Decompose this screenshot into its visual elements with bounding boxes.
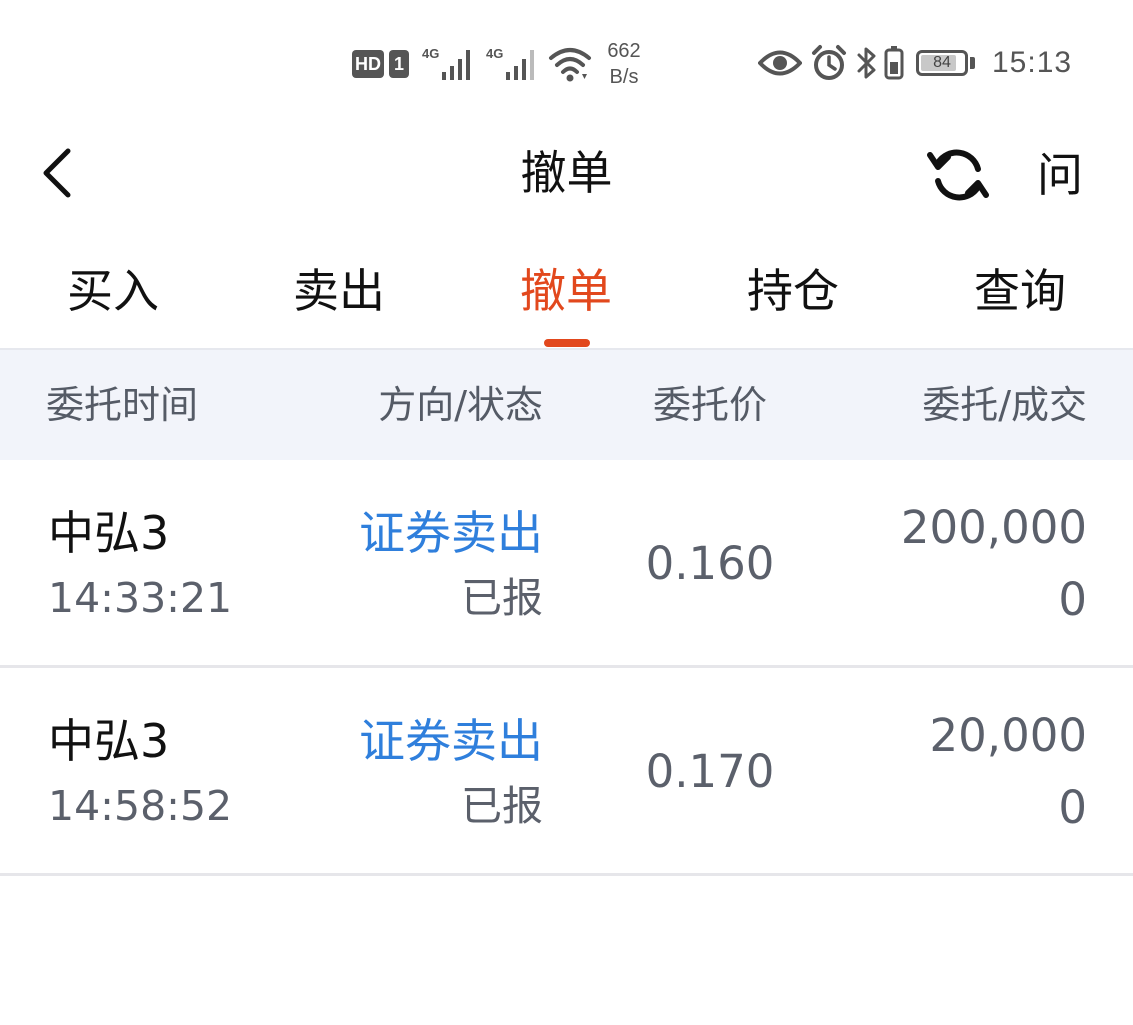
order-status: 已报 xyxy=(461,782,543,830)
tab-bar: 买入 卖出 撤单 持仓 查询 xyxy=(0,235,1133,347)
wifi-icon xyxy=(549,48,591,82)
tab-query[interactable]: 查询 xyxy=(907,235,1133,347)
network-type-1: 4G xyxy=(422,46,440,61)
sim-badge: 1 xyxy=(389,50,409,78)
filled-quantity: 0 xyxy=(1058,781,1087,834)
hd-badge: HD xyxy=(352,50,384,78)
battery-percent: 84 xyxy=(933,54,951,71)
back-button[interactable] xyxy=(30,143,90,203)
header-order-time: 委托时间 xyxy=(46,383,199,427)
tab-cancel-order[interactable]: 撤单 xyxy=(453,235,679,347)
order-direction: 证券卖出 xyxy=(359,714,543,768)
filled-quantity: 0 xyxy=(1058,573,1087,626)
network-speed-unit: B/s xyxy=(609,66,639,88)
alarm-clock-icon xyxy=(812,45,846,80)
order-quantity: 200,000 xyxy=(900,501,1087,554)
chevron-left-icon xyxy=(43,148,71,198)
header-order-price: 委托价 xyxy=(652,383,767,427)
status-bar: HD 1 4G 4G 662 B/s 84 15:13 xyxy=(0,0,1133,125)
order-status: 已报 xyxy=(461,574,543,622)
refresh-icon xyxy=(927,149,989,201)
battery-tip xyxy=(970,57,975,69)
tab-sell[interactable]: 卖出 xyxy=(226,235,452,347)
order-time: 14:58:52 xyxy=(48,782,233,830)
ask-button[interactable]: 问 xyxy=(1020,135,1100,215)
order-direction: 证券卖出 xyxy=(359,506,543,560)
network-type-2: 4G xyxy=(486,46,504,61)
nav-bar: 撤单 问 xyxy=(0,125,1133,225)
bluetooth-icon xyxy=(857,47,876,79)
battery-indicator: 84 xyxy=(916,50,968,76)
tab-buy[interactable]: 买入 xyxy=(0,235,226,347)
network-speed: 662 B/s xyxy=(600,38,648,90)
active-tab-indicator xyxy=(544,339,590,347)
signal-strength-icon xyxy=(506,50,534,80)
vibration-battery-icon xyxy=(884,46,904,80)
app-screen: HD 1 4G 4G 662 B/s 84 15:13 撤单 问 买入 卖出 撤… xyxy=(0,0,1133,1025)
table-header: 委托时间 方向/状态 委托价 委托/成交 xyxy=(0,348,1133,460)
signal-strength-icon xyxy=(442,50,470,80)
header-direction-status: 方向/状态 xyxy=(378,383,543,427)
order-row[interactable]: 中弘3 14:33:21 证券卖出 已报 0.160 200,000 0 xyxy=(0,460,1133,668)
header-order-filled: 委托/成交 xyxy=(922,383,1087,427)
order-time: 14:33:21 xyxy=(48,574,233,622)
stock-name: 中弘3 xyxy=(48,506,170,560)
stock-name: 中弘3 xyxy=(48,714,170,768)
tab-positions[interactable]: 持仓 xyxy=(680,235,906,347)
order-quantity: 20,000 xyxy=(929,709,1087,762)
order-row[interactable]: 中弘3 14:58:52 证券卖出 已报 0.170 20,000 0 xyxy=(0,668,1133,876)
eye-comfort-icon xyxy=(758,50,802,76)
status-clock: 15:13 xyxy=(992,46,1073,79)
order-price: 0.170 xyxy=(645,745,775,798)
refresh-button[interactable] xyxy=(926,143,990,207)
network-speed-value: 662 xyxy=(607,40,641,62)
order-price: 0.160 xyxy=(645,537,775,590)
